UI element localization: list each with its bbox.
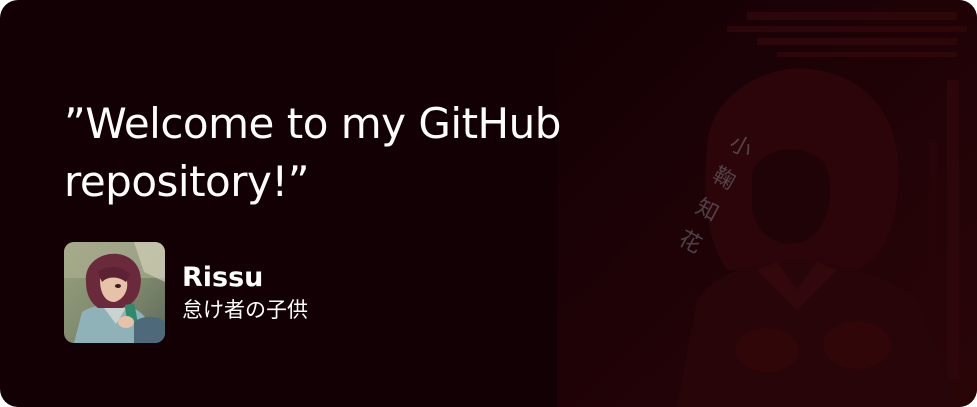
quote-card: 小鞠知花 ”Welcome to my GitHub repository!”	[0, 0, 977, 407]
author-name: Rissu	[182, 261, 264, 293]
author-text: Rissu 怠け者の子供	[182, 262, 308, 324]
avatar	[64, 242, 165, 343]
author-subtitle: 怠け者の子供	[182, 297, 308, 322]
author-block: Rissu 怠け者の子供	[64, 242, 308, 343]
welcome-quote: ”Welcome to my GitHub repository!”	[64, 99, 561, 206]
anime-avatar-icon	[64, 242, 165, 343]
